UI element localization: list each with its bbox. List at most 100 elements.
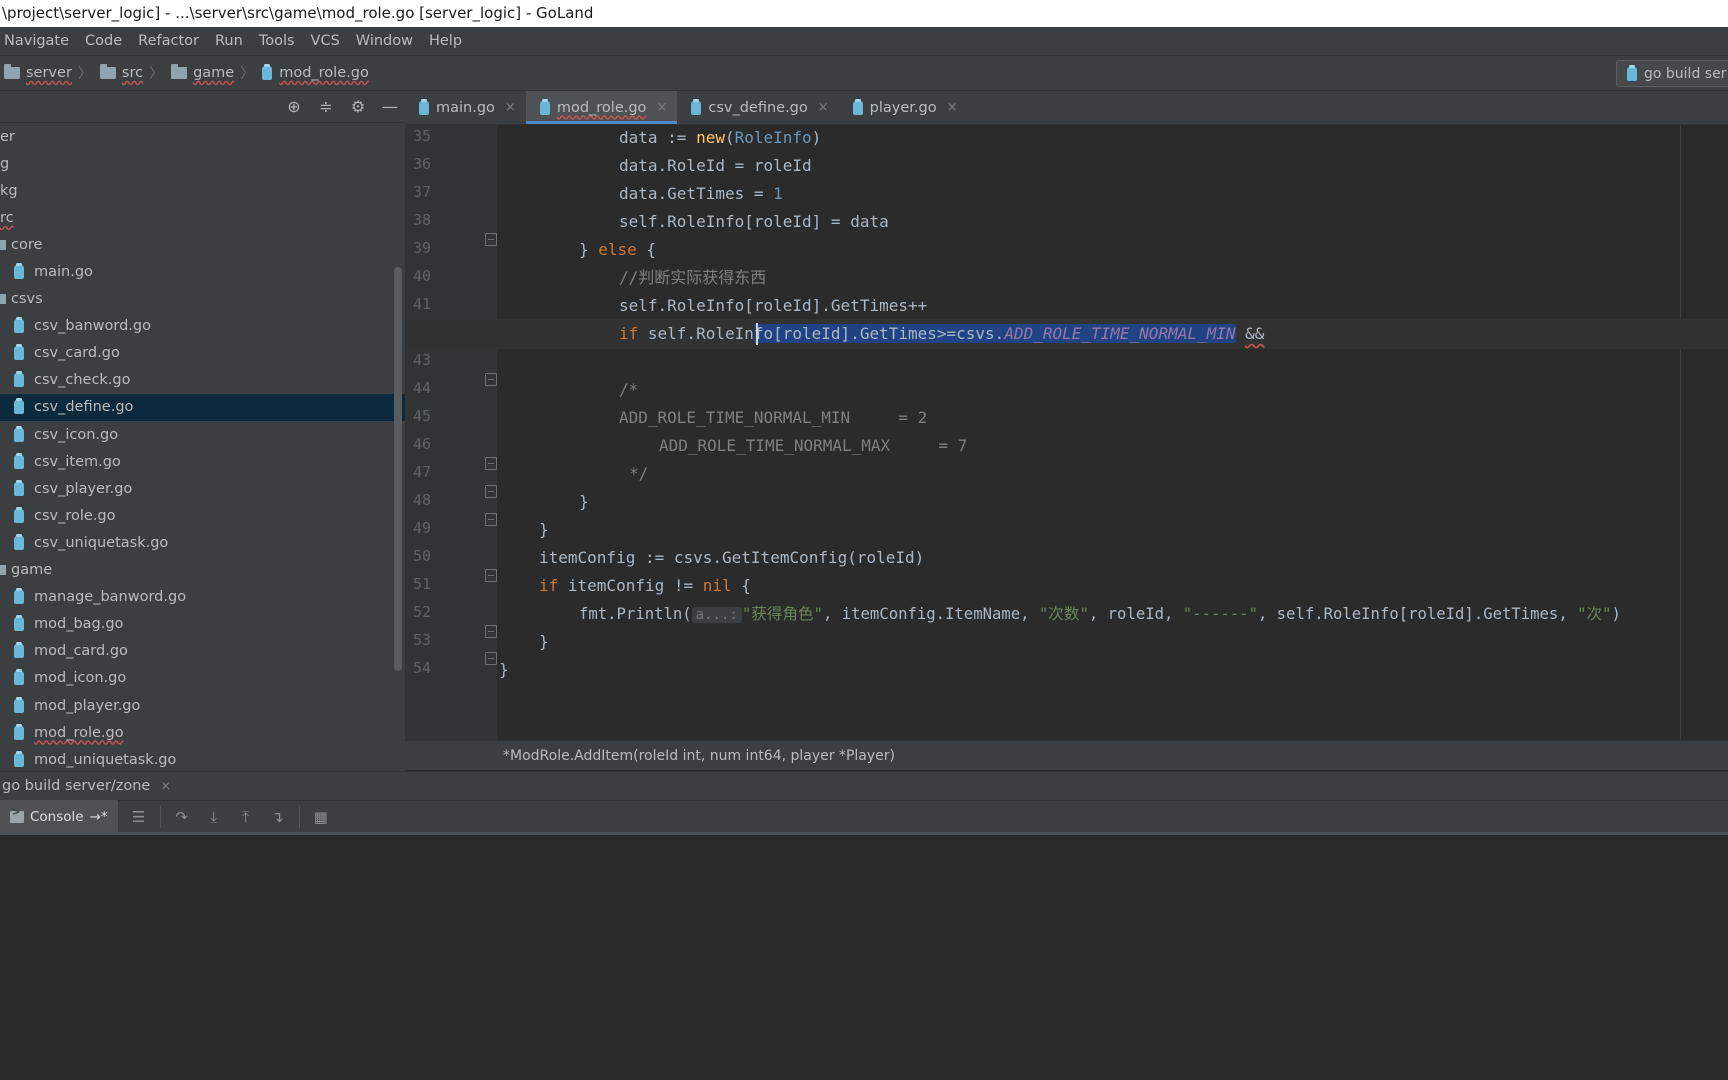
menu-refactor[interactable]: Refactor <box>138 33 199 49</box>
tree-item[interactable]: mod_uniquetask.go <box>0 746 405 771</box>
step-into-icon[interactable]: ⤓ <box>203 806 225 828</box>
step-out-icon[interactable]: ⤒ <box>235 806 257 828</box>
code-line-42[interactable]: if self.RoleInfo[roleId].GetTimes>=csvs.… <box>405 319 1728 349</box>
go-file-icon <box>14 588 24 605</box>
breadcrumb-server[interactable]: server 〉 <box>4 63 100 83</box>
code-line-35[interactable]: data := new(RoleInfo) <box>405 125 1728 153</box>
tree-item[interactable]: main.go <box>0 258 405 285</box>
code-line-49[interactable]: } <box>405 515 1728 545</box>
menu-code[interactable]: Code <box>85 33 122 49</box>
project-toolbar: ⊕ ≑ ⚙ — <box>0 91 405 123</box>
breadcrumb-file[interactable]: mod_role.go <box>262 64 369 81</box>
tree-item[interactable]: csv_item.go <box>0 448 405 475</box>
menu-lines-icon[interactable]: ☰ <box>128 806 150 828</box>
tree-item[interactable]: csv_define.go <box>0 393 405 422</box>
code-line-44[interactable]: /* <box>405 375 1728 405</box>
code-line-47[interactable]: */ <box>405 459 1728 489</box>
menu-run[interactable]: Run <box>215 33 243 49</box>
tree-item[interactable]: g <box>0 150 405 177</box>
tree-item[interactable]: csv_player.go <box>0 475 405 502</box>
tree-item[interactable]: csv_icon.go <box>0 421 405 448</box>
tree-item[interactable]: csv_check.go <box>0 367 405 394</box>
tree-item[interactable]: rc <box>0 204 405 231</box>
tree-item-label: mod_player.go <box>34 697 141 714</box>
tab-player-go[interactable]: player.go × <box>839 91 968 124</box>
navigation-bar: server 〉 src 〉 game 〉 mod_role.go go bui… <box>0 55 1728 91</box>
menu-help[interactable]: Help <box>429 33 462 49</box>
step-over-icon[interactable]: ↷ <box>171 806 193 828</box>
tab-mod-role-go[interactable]: mod_role.go × <box>525 91 678 124</box>
tree-item[interactable]: mod_role.go <box>0 719 405 746</box>
tree-item[interactable]: csvs <box>0 286 405 313</box>
tree-item[interactable]: mod_card.go <box>0 638 405 665</box>
go-file-icon <box>14 723 24 740</box>
go-file-icon <box>14 533 24 550</box>
gear-icon[interactable]: ⚙ <box>349 97 367 116</box>
code-line-48[interactable]: } <box>405 487 1728 517</box>
tree-item-label: game <box>11 562 53 579</box>
console-icon <box>10 807 24 823</box>
code-line-39[interactable]: } else { <box>405 235 1728 265</box>
tab-csv-define-go[interactable]: csv_define.go × <box>677 91 838 124</box>
code-line-53[interactable]: } <box>405 627 1728 657</box>
code-line-50[interactable]: itemConfig := csvs.GetItemConfig(roleId) <box>405 543 1728 573</box>
menu-navigate[interactable]: Navigate <box>4 33 69 49</box>
tree-item[interactable]: mod_bag.go <box>0 611 405 638</box>
tree-item[interactable]: core <box>0 231 405 258</box>
code-line-38[interactable]: self.RoleInfo[roleId] = data <box>405 207 1728 237</box>
close-icon[interactable]: × <box>505 100 516 115</box>
tree-item[interactable]: game <box>0 557 405 584</box>
tree-item[interactable]: csv_uniquetask.go <box>0 529 405 556</box>
tree-item[interactable]: csv_role.go <box>0 502 405 529</box>
editor-tabs: main.go × mod_role.go × csv_define.go × … <box>405 91 1728 125</box>
tree-item[interactable]: er <box>0 123 405 150</box>
run-to-cursor-icon[interactable]: ↴ <box>267 806 289 828</box>
code-line-45[interactable]: ADD_ROLE_TIME_NORMAL_MIN = 2 <box>405 403 1728 433</box>
code-line-52[interactable]: fmt.Println(a...: "获得角色", itemConfig.Item… <box>405 599 1728 629</box>
tree-item-label: csv_icon.go <box>34 426 119 443</box>
locate-icon[interactable]: ⊕ <box>285 97 303 116</box>
tree-item[interactable]: csv_card.go <box>0 340 405 367</box>
code-breadcrumb[interactable]: *ModRole.AddItem(roleId int, num int64, … <box>405 740 1728 770</box>
run-tool-tabs: go build server/zone × <box>0 771 1728 801</box>
console-output[interactable] <box>0 838 1728 1080</box>
code-line-37[interactable]: data.GetTimes = 1 <box>405 179 1728 209</box>
minimize-icon[interactable]: — <box>381 97 399 116</box>
run-configuration-selector[interactable]: go build ser <box>1616 60 1728 87</box>
toolbar-separator <box>298 805 300 828</box>
tree-item[interactable]: mod_icon.go <box>0 665 405 692</box>
tree-item[interactable]: mod_player.go <box>0 692 405 719</box>
tree-item[interactable]: manage_banword.go <box>0 584 405 611</box>
table-icon[interactable]: ▦ <box>310 806 332 828</box>
close-icon[interactable]: × <box>656 100 667 115</box>
menu-vcs[interactable]: VCS <box>311 33 340 49</box>
close-icon[interactable]: × <box>818 100 829 115</box>
tab-main-go[interactable]: main.go × <box>405 91 526 124</box>
go-file-icon <box>14 263 24 280</box>
code-line-41[interactable]: self.RoleInfo[roleId].GetTimes++ <box>405 291 1728 321</box>
breadcrumb-src[interactable]: src 〉 <box>99 63 171 83</box>
close-icon[interactable]: × <box>160 779 171 794</box>
code-line-54[interactable]: } <box>405 655 1728 685</box>
close-icon[interactable]: × <box>947 100 958 115</box>
project-scrollbar[interactable] <box>394 267 402 671</box>
code-editor[interactable]: 3536373839404142434445464748495051525354… <box>405 125 1728 740</box>
collapse-all-icon[interactable]: ≑ <box>317 97 335 116</box>
menu-window[interactable]: Window <box>356 33 413 49</box>
menu-tools[interactable]: Tools <box>259 33 295 49</box>
console-tab[interactable]: Console →* <box>0 799 118 834</box>
go-file-icon <box>14 615 24 632</box>
code-line-46[interactable]: ADD_ROLE_TIME_NORMAL_MAX = 7 <box>405 431 1728 461</box>
breadcrumb-game[interactable]: game 〉 <box>171 63 262 83</box>
code-line-51[interactable]: if itemConfig != nil { <box>405 571 1728 601</box>
tree-item[interactable]: csv_banword.go <box>0 313 405 340</box>
code-line-36[interactable]: data.RoleId = roleId <box>405 151 1728 181</box>
code-line-40[interactable]: //判断实际获得东西 <box>405 263 1728 293</box>
run-toolbar: Console →* ☰ ↷ ⤓ ⤒ ↴ ▦ <box>0 799 1728 835</box>
code-line-43[interactable] <box>405 347 1728 377</box>
run-tab-go-build[interactable]: go build server/zone × <box>0 778 171 794</box>
tree-item[interactable]: kg <box>0 177 405 204</box>
go-file-icon <box>14 479 24 496</box>
go-file-icon <box>14 344 24 361</box>
tree-item-label: csv_define.go <box>34 399 134 416</box>
